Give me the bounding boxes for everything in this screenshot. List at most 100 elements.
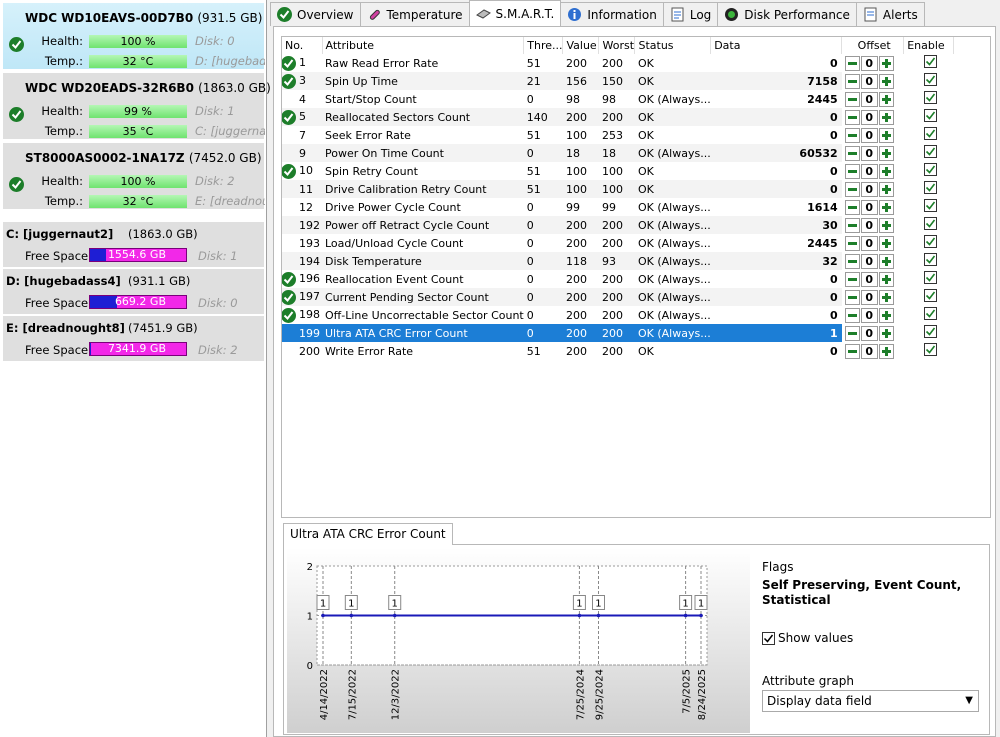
volume-item[interactable]: E: [dreadnought8] (7451.9 GB) Free Space…	[3, 316, 264, 361]
enable-checkbox[interactable]	[923, 325, 937, 338]
offset-value[interactable]: 0	[860, 307, 878, 323]
offset-value[interactable]: 0	[860, 163, 878, 179]
table-row[interactable]: 197 Current Pending Sector Count 0 200 2…	[282, 288, 954, 306]
tab-log[interactable]: Log	[662, 2, 719, 26]
disk-item[interactable]: WDC WD10EAVS-00D7B0 (931.5 GB) Health: 1…	[3, 3, 265, 70]
offset-minus-button[interactable]	[844, 307, 860, 323]
enable-checkbox[interactable]	[923, 271, 937, 284]
offset-plus-button[interactable]	[878, 199, 894, 215]
offset-minus-button[interactable]	[844, 289, 860, 305]
table-row[interactable]: 196 Reallocation Event Count 0 200 200 O…	[282, 270, 954, 288]
offset-minus-button[interactable]	[844, 55, 860, 71]
offset-plus-button[interactable]	[878, 217, 894, 233]
enable-checkbox[interactable]	[923, 127, 937, 140]
offset-plus-button[interactable]	[878, 271, 894, 287]
offset-plus-button[interactable]	[878, 253, 894, 269]
offset-plus-button[interactable]	[878, 307, 894, 323]
offset-plus-button[interactable]	[878, 163, 894, 179]
offset-value[interactable]: 0	[860, 343, 878, 359]
offset-plus-button[interactable]	[878, 235, 894, 251]
show-values-checkbox[interactable]: Show values	[762, 631, 853, 645]
offset-minus-button[interactable]	[844, 91, 860, 107]
offset-plus-button[interactable]	[878, 91, 894, 107]
tab-overview[interactable]: Overview	[270, 2, 361, 26]
tab-temperature[interactable]: Temperature	[359, 2, 470, 26]
table-row[interactable]: 193 Load/Unload Cycle Count 0 200 200 OK…	[282, 234, 954, 252]
enable-checkbox[interactable]	[923, 73, 937, 86]
volume-item[interactable]: C: [juggernaut2] (1863.0 GB) Free Space …	[3, 222, 264, 267]
offset-minus-button[interactable]	[844, 163, 860, 179]
offset-value[interactable]: 0	[860, 325, 878, 341]
offset-minus-button[interactable]	[844, 109, 860, 125]
offset-plus-button[interactable]	[878, 73, 894, 89]
offset-minus-button[interactable]	[844, 325, 860, 341]
enable-checkbox[interactable]	[923, 145, 937, 158]
offset-value[interactable]: 0	[860, 127, 878, 143]
column-header[interactable]: Offset	[841, 37, 905, 54]
attribute-graph-select[interactable]: Display data field ▼	[762, 690, 979, 712]
offset-plus-button[interactable]	[878, 325, 894, 341]
column-header[interactable]: No.	[282, 37, 323, 54]
tab-disk-performance[interactable]: Disk Performance	[717, 2, 857, 26]
offset-minus-button[interactable]	[844, 145, 860, 161]
enable-checkbox[interactable]	[923, 109, 937, 122]
offset-value[interactable]: 0	[860, 91, 878, 107]
offset-value[interactable]: 0	[860, 145, 878, 161]
offset-plus-button[interactable]	[878, 145, 894, 161]
table-row[interactable]: 10 Spin Retry Count 51 100 100 OK 0 0	[282, 162, 954, 180]
offset-minus-button[interactable]	[844, 253, 860, 269]
offset-minus-button[interactable]	[844, 217, 860, 233]
tab-alerts[interactable]: Alerts	[855, 2, 925, 26]
column-header[interactable]: Enable	[903, 37, 955, 54]
enable-checkbox[interactable]	[923, 217, 937, 230]
disk-item[interactable]: WDC WD20EADS-32R6B0 (1863.0 GB) Health: …	[3, 73, 271, 140]
column-header[interactable]: Data	[710, 37, 843, 54]
checkbox-box[interactable]	[762, 631, 775, 645]
offset-plus-button[interactable]	[878, 55, 894, 71]
table-row[interactable]: 5 Reallocated Sectors Count 140 200 200 …	[282, 108, 954, 126]
enable-checkbox[interactable]	[923, 235, 937, 248]
column-header[interactable]: Status	[634, 37, 712, 54]
offset-minus-button[interactable]	[844, 181, 860, 197]
enable-checkbox[interactable]	[923, 289, 937, 302]
offset-plus-button[interactable]	[878, 109, 894, 125]
offset-value[interactable]: 0	[860, 109, 878, 125]
volume-item[interactable]: D: [hugebadass4] (931.1 GB) Free Space 6…	[3, 269, 264, 314]
tab-attribute-detail[interactable]: Ultra ATA CRC Error Count	[283, 523, 453, 545]
enable-checkbox[interactable]	[923, 343, 937, 356]
column-header[interactable]: Worst	[598, 37, 636, 54]
offset-minus-button[interactable]	[844, 271, 860, 287]
offset-value[interactable]: 0	[860, 235, 878, 251]
column-header[interactable]: Value	[562, 37, 600, 54]
table-row[interactable]: 3 Spin Up Time 21 156 150 OK 7158 0	[282, 72, 954, 90]
offset-value[interactable]: 0	[860, 217, 878, 233]
table-row[interactable]: 200 Write Error Rate 51 200 200 OK 0 0	[282, 342, 954, 360]
tab-information[interactable]: Information	[560, 2, 664, 26]
table-row[interactable]: 194 Disk Temperature 0 118 93 OK (Always…	[282, 252, 954, 270]
column-header[interactable]: Attribute	[322, 37, 525, 54]
table-row[interactable]: 199 Ultra ATA CRC Error Count 0 200 200 …	[282, 324, 954, 342]
offset-value[interactable]: 0	[860, 289, 878, 305]
disk-item[interactable]: ST8000AS0002-1NA17Z (7452.0 GB) Health: …	[3, 143, 265, 210]
offset-plus-button[interactable]	[878, 127, 894, 143]
offset-plus-button[interactable]	[878, 289, 894, 305]
offset-plus-button[interactable]	[878, 181, 894, 197]
tab-s-m-a-r-t[interactable]: S.M.A.R.T.	[468, 0, 562, 26]
offset-plus-button[interactable]	[878, 343, 894, 359]
offset-minus-button[interactable]	[844, 127, 860, 143]
offset-minus-button[interactable]	[844, 73, 860, 89]
enable-checkbox[interactable]	[923, 181, 937, 194]
column-header[interactable]: Thre...	[523, 37, 564, 54]
table-row[interactable]: 4 Start/Stop Count 0 98 98 OK (Always...…	[282, 90, 954, 108]
enable-checkbox[interactable]	[923, 163, 937, 176]
enable-checkbox[interactable]	[923, 91, 937, 104]
table-row[interactable]: 7 Seek Error Rate 51 100 253 OK 0 0	[282, 126, 954, 144]
smart-table[interactable]: No. Attribute Thre... Value Worst Status Data O…	[281, 36, 991, 518]
table-row[interactable]: 9 Power On Time Count 0 18 18 OK (Always…	[282, 144, 954, 162]
offset-value[interactable]: 0	[860, 199, 878, 215]
enable-checkbox[interactable]	[923, 253, 937, 266]
offset-value[interactable]: 0	[860, 73, 878, 89]
offset-minus-button[interactable]	[844, 343, 860, 359]
offset-value[interactable]: 0	[860, 181, 878, 197]
table-row[interactable]: 11 Drive Calibration Retry Count 51 100 …	[282, 180, 954, 198]
